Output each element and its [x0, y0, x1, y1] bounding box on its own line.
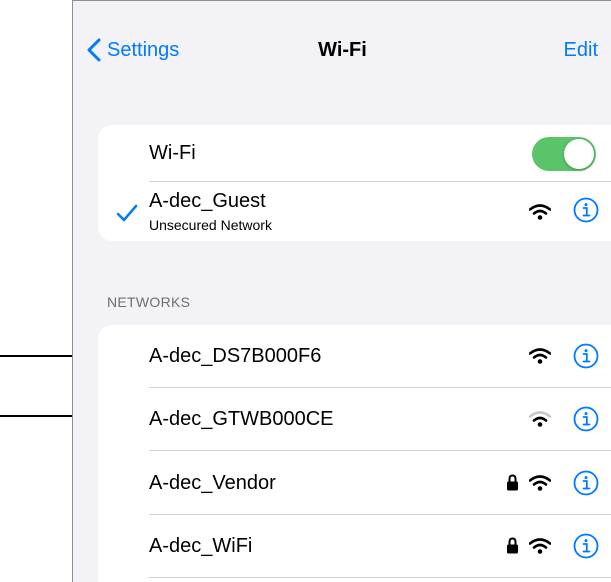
network-row-ds7b000f6[interactable]: A-dec_DS7B000F6	[98, 325, 611, 387]
checkmark-icon	[116, 204, 138, 222]
wifi-toggle-switch[interactable]	[532, 137, 596, 171]
edit-button[interactable]: Edit	[564, 39, 598, 62]
networks-section-header: NETWORKS	[107, 294, 191, 310]
info-icon[interactable]	[573, 470, 599, 496]
wifi-signal-icon	[529, 348, 551, 364]
toggle-knob	[564, 139, 594, 169]
current-network-row[interactable]: A-dec_Guest Unsecured Network	[98, 182, 611, 241]
networks-list: A-dec_DS7B000F6 A-dec_GTWB000CE A-dec_Ve…	[98, 325, 611, 582]
page-title: Wi-Fi	[318, 39, 367, 61]
wifi-toggle-row: Wi-Fi	[98, 125, 611, 182]
navigation-bar: Settings Wi-Fi Edit	[73, 1, 611, 101]
current-network-subtitle: Unsecured Network	[149, 217, 272, 233]
lock-icon	[507, 537, 518, 554]
network-row-wifi[interactable]: A-dec_WiFi	[98, 515, 611, 575]
wifi-status-group: Wi-Fi A-dec_Guest Unsecured Network	[98, 125, 611, 241]
info-icon[interactable]	[573, 406, 599, 432]
info-icon[interactable]	[573, 533, 599, 559]
network-name: A-dec_WiFi	[149, 535, 253, 557]
wifi-signal-icon	[529, 204, 551, 220]
network-row-vendor[interactable]: A-dec_Vendor	[98, 451, 611, 514]
current-network-name: A-dec_Guest	[149, 190, 266, 212]
lock-icon	[507, 474, 518, 491]
wifi-signal-icon	[529, 475, 551, 491]
wifi-signal-icon	[529, 538, 551, 554]
wifi-toggle-label: Wi-Fi	[149, 142, 196, 164]
info-icon[interactable]	[573, 197, 599, 223]
divider	[149, 577, 611, 578]
network-row-gtwb000ce[interactable]: A-dec_GTWB000CE	[98, 388, 611, 450]
network-name: A-dec_Vendor	[149, 472, 276, 494]
network-name: A-dec_GTWB000CE	[149, 408, 334, 430]
wifi-settings-screen: Settings Wi-Fi Edit Wi-Fi A-dec_Guest Un…	[72, 0, 611, 582]
wifi-signal-icon	[529, 411, 551, 427]
info-icon[interactable]	[573, 343, 599, 369]
network-name: A-dec_DS7B000F6	[149, 345, 322, 367]
